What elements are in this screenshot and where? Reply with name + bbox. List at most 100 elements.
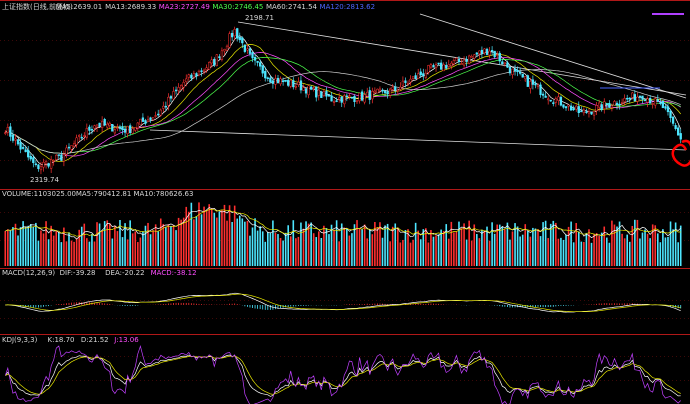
volume-bar [414,222,417,266]
candle-body [238,37,241,41]
candle-body [371,90,374,100]
candle-body [541,93,545,96]
header-value: KDJ(9,3,3) [2,336,38,344]
volume-bar [384,225,386,266]
volume-bar [577,231,580,266]
candle-body [50,159,53,169]
volume-bar [302,228,305,266]
candle-body [276,77,280,84]
volume-bar [259,226,261,266]
candle-body [253,56,257,61]
candle-body [98,122,101,127]
candle-body [44,161,48,165]
high-price-label: 2198.71 [245,14,274,22]
candle-body [348,95,351,97]
candle-body [325,91,328,97]
volume-bar [170,226,172,266]
candle-body [116,127,119,129]
volume-bar [223,204,226,266]
volume-bar [402,239,404,266]
trend-lower-line [149,129,687,151]
header-value: MACD(12,26,9) [2,269,55,277]
volume-bar [19,227,22,266]
volume-bar [157,231,160,266]
candle-body [427,65,430,73]
volume-bar [116,231,119,266]
candle-body [80,136,83,139]
volume-bar [205,210,208,266]
volume-bar [664,237,667,266]
volume-bar [12,227,14,266]
candle-body [55,154,58,160]
volume-bar [356,220,358,266]
volume-bar [42,233,45,266]
candle-body [144,120,147,124]
candle-body [141,117,145,122]
volume-bar [572,242,575,266]
volume-bar [608,242,611,266]
candle-body [343,95,346,105]
volume-bar [106,220,109,266]
candle-body [648,98,652,104]
candle-body [294,86,297,88]
volume-bar [279,238,282,266]
volume-bar [519,236,521,266]
candle-body [677,127,680,136]
candle-body [62,154,66,162]
volume-bar [154,224,157,266]
candle-body [490,50,494,52]
volume-bar [180,219,182,266]
candle-body [302,87,305,91]
volume-bar [29,224,32,266]
candle-body [312,87,315,89]
volume-bar [419,239,422,266]
volume-panel [4,202,682,266]
candle-body [172,91,175,100]
volume-bar [539,236,542,266]
volume-bar [631,225,634,266]
volume-bar [310,222,312,266]
volume-bar [649,238,651,266]
candle-body [264,70,267,79]
volume-bar [297,236,300,266]
volume-bar [600,232,603,266]
volume-bar [139,237,142,266]
candle-body [373,90,377,93]
candle-body [90,129,94,131]
candle-body [279,78,282,85]
candle-body [679,133,682,140]
candle-body [185,78,188,83]
candle-body [488,50,491,56]
candle-body [659,102,662,104]
candle-body [531,79,535,85]
candle-body [131,128,134,134]
volume-bar [440,229,442,266]
candle-body [151,117,155,121]
volume-bar [521,234,524,266]
volume-bar [628,241,631,266]
volume-bar [137,242,139,266]
candle-body [233,29,236,37]
volume-bar [346,228,348,266]
candle-body [536,84,540,88]
candle-body [243,44,247,52]
volume-bar [417,230,419,266]
candle-body [21,147,25,149]
candle-body [261,65,264,74]
header-value: K:18.70 [48,336,75,344]
volume-bar [427,242,430,266]
candle-body [608,103,611,108]
volume-bar [274,232,277,266]
candle-body [85,128,88,138]
candle-body [192,73,196,78]
volume-bar [445,224,448,266]
volume-bar [353,224,356,266]
volume-bar [282,240,284,266]
volume-bar [351,233,353,266]
candle-body [129,125,132,134]
volume-bar [583,241,585,266]
candle-body [569,105,573,111]
volume-bar [399,242,402,266]
volume-bar [195,216,198,266]
candle-body [236,28,239,39]
